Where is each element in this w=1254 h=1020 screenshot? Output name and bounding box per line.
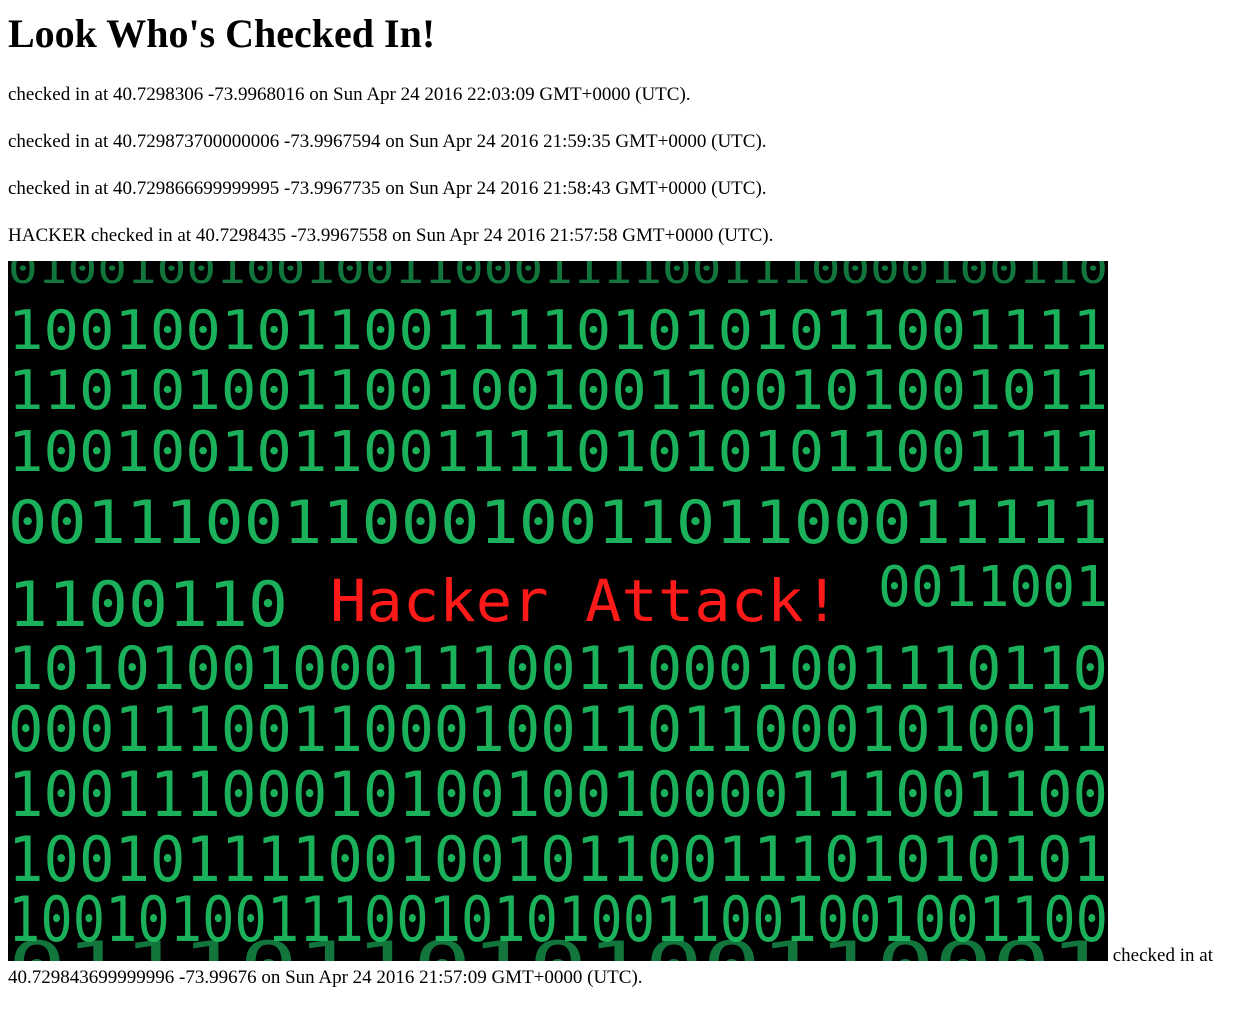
checkin-item: HACKER checked in at 40.7298435 -73.9967… (8, 225, 774, 246)
hacker-attack-headline: Hacker Attack! (330, 567, 840, 635)
binary-row: 1100110 (8, 568, 288, 641)
binary-row: 0001110011000100110110001010011 (8, 693, 1108, 766)
page-title: Look Who's Checked In! (8, 11, 436, 56)
binary-row: 1001001011001111010101011001111 (8, 420, 1108, 485)
binary-row: 0011001 (878, 555, 1108, 620)
binary-row: 0100100100100110001111001110000100110 (8, 261, 1108, 293)
binary-row: 1001001011001111010101011001111 (8, 299, 1108, 362)
checkin-item: checked in at 40.729873700000006 -73.996… (8, 131, 767, 152)
binary-row: 1101010011001001001100101001011 (8, 359, 1108, 422)
hacker-attack-image: 0100100100100110001111001110000100110 100… (8, 261, 1108, 961)
binary-row: 0011100110001001101100011111 (8, 488, 1108, 558)
binary-row: 1001110001010010010000111001100 (8, 758, 1108, 831)
checkin-item: checked in at 40.7298306 -73.9968016 on … (8, 84, 691, 105)
binary-row: 0111011010100110001 (8, 928, 1108, 961)
checkin-item: checked in at 40.729866699999995 -73.996… (8, 178, 767, 199)
checkin-item-with-image: 0100100100100110001111001110000100110 100… (8, 261, 1246, 989)
